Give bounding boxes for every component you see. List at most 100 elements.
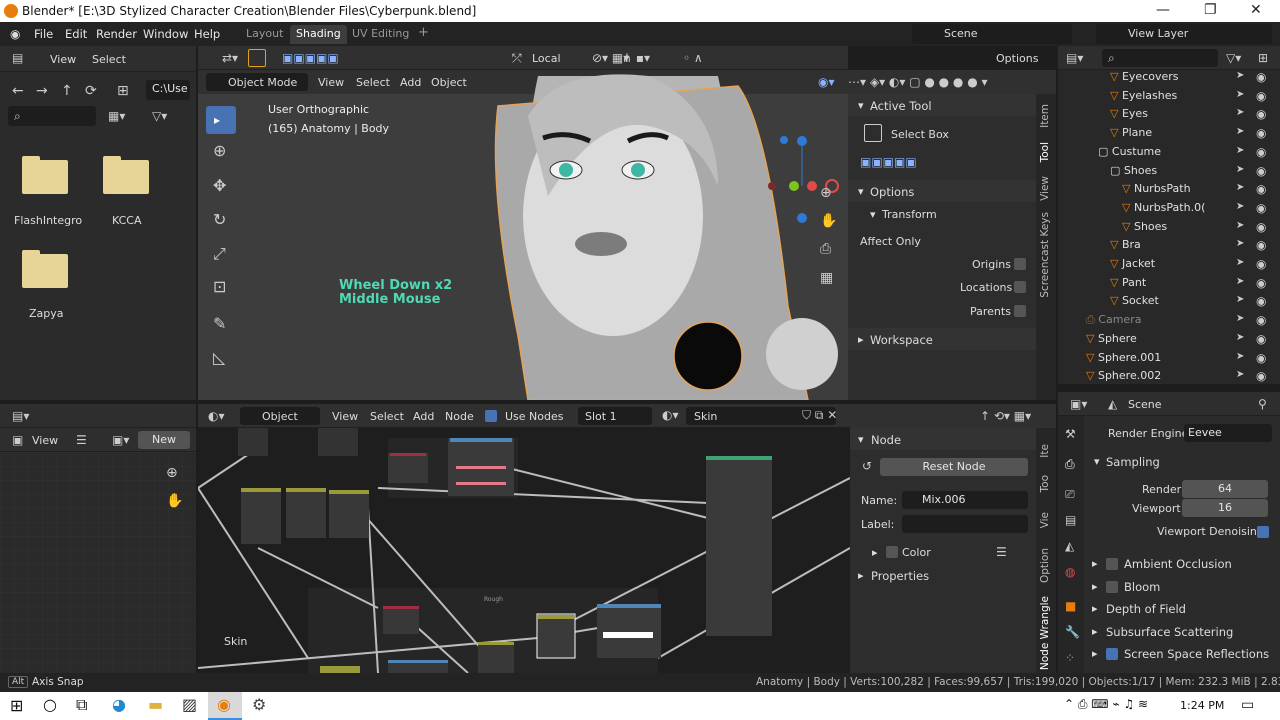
outliner-row[interactable]: ▽ Eyecovers [1110,70,1179,83]
outliner-row[interactable]: ▽ NurbsPath [1122,182,1191,195]
scale-tool-icon[interactable]: ⤢ [213,246,226,262]
outliner-row[interactable]: ▽ Sphere.001 [1086,351,1161,364]
filter-icon[interactable]: ▽▾ [1226,52,1241,64]
section-enable-checkbox[interactable] [1106,558,1118,570]
tab-options[interactable]: Option [1039,548,1051,583]
image-mode-icon[interactable]: ▣ [12,434,23,446]
visibility-eye-icon[interactable]: ◉ [1256,202,1266,214]
visibility-eye-icon[interactable]: ◉ [1256,295,1266,307]
workspace-section[interactable]: ▸ Workspace [848,328,1036,350]
select-box-label[interactable]: Select Box [891,128,949,141]
visibility-eye-icon[interactable]: ◉ [1256,333,1266,345]
image-view-menu[interactable]: View [32,434,58,447]
outliner-row[interactable]: ▽ Shoes [1122,220,1167,233]
path-field[interactable]: C:\Use [146,80,190,100]
node-label-field[interactable] [902,515,1028,533]
windows-start-icon[interactable]: ⊞ [10,698,23,714]
visibility-eye-icon[interactable]: ◉ [1256,314,1266,326]
viewport-denoising-checkbox[interactable] [1257,526,1269,538]
zoom-icon[interactable]: ⊕ [166,466,178,480]
use-nodes-checkbox[interactable] [485,410,497,422]
tab-uv-editing[interactable]: UV Editing [346,25,415,44]
outliner-row[interactable]: ▽ Sphere [1086,332,1137,345]
new-collection-icon[interactable]: ⊞ [1258,52,1268,64]
selectable-icon[interactable]: ➤ [1236,145,1244,156]
outliner-row[interactable]: ▽ Sphere.002 [1086,369,1161,382]
output-tab-icon[interactable]: ⎚ [1065,488,1075,500]
selection-mode-buttons[interactable]: ▣▣▣▣▣ [860,156,917,168]
add-workspace-button[interactable]: + [412,23,435,42]
view-layer-selector[interactable]: View Layer [1096,24,1272,44]
new-folder-icon[interactable]: ⊞ [117,84,129,98]
refresh-icon[interactable]: ⟳ [85,84,97,98]
node-name-field[interactable]: Mix.006 [902,491,1028,509]
tab-node-wrangler[interactable]: Node Wrangle [1039,596,1051,670]
pan-hand-icon[interactable]: ✋ [166,494,183,508]
tray-icons[interactable]: ⌃ ⎙ ⌨ ⌁ ♫ ≋ [1064,698,1148,710]
select-box-tool-icon[interactable] [864,124,882,142]
tab-view[interactable]: View [1039,176,1051,201]
outliner-row[interactable]: ▢ Shoes [1110,164,1157,177]
node-menu-view[interactable]: View [332,410,358,423]
edge-browser-icon[interactable]: ◕ [112,697,126,713]
selectable-icon[interactable]: ➤ [1236,71,1244,81]
node-menu-node[interactable]: Node [445,410,474,423]
menu-file[interactable]: File [34,27,53,41]
selectable-icon[interactable]: ➤ [1236,370,1244,380]
render-samples-field[interactable]: 64 [1182,480,1268,498]
selectable-icon[interactable]: ➤ [1236,332,1244,343]
properties-section[interactable]: ▸ Bloom [1084,577,1280,597]
options-section[interactable]: ▾ Options [848,180,1036,202]
cursor-3d-icon[interactable]: ⊕ [213,143,226,159]
parent-dir-icon[interactable]: ↑ [61,84,73,98]
node-menu-select[interactable]: Select [370,410,404,423]
tab-tool[interactable]: Too [1039,475,1051,492]
rotate-tool-icon[interactable]: ↻ [213,212,226,228]
tool-tab-icon[interactable]: ⚒ [1065,428,1076,440]
outliner-row[interactable]: ▽ Eyes [1110,107,1148,120]
filter-icon[interactable]: ▽▾ [152,110,167,122]
outliner-row[interactable]: ▽ NurbsPath.0( [1122,201,1205,214]
scene-tab-icon[interactable]: ◭ [1065,540,1074,552]
node-menu-add[interactable]: Add [413,410,434,423]
display-mode-icon[interactable]: ▦▾ [108,110,125,122]
new-image-button[interactable]: New [138,431,190,449]
transform-tool-icon[interactable]: ⊡ [213,279,226,295]
visibility-eye-icon[interactable]: ◉ [1256,90,1266,102]
outliner-row[interactable]: ⎙ Camera [1086,313,1141,327]
menu-help[interactable]: Help [194,27,220,41]
fake-user-icon[interactable]: ⛉ ⧉ ✕ [802,409,837,421]
close-button[interactable]: ✕ [1250,2,1262,18]
image-browse-icon[interactable]: ▣▾ [112,434,129,446]
editor-type-icon[interactable]: ▤ [12,52,23,64]
file-select-menu[interactable]: Select [92,53,126,66]
hamburger-icon[interactable]: ☰ [76,434,87,446]
selectable-icon[interactable]: ➤ [1236,314,1244,324]
zoom-icon[interactable]: ⊕ [820,186,832,200]
color-label[interactable]: Color [902,546,931,559]
scene-selector[interactable]: Scene [912,24,1072,44]
node-section-header[interactable]: ▾ Node [850,428,1036,450]
visibility-eye-icon[interactable]: ◉ [1256,370,1266,382]
locations-checkbox[interactable] [1014,281,1026,293]
notifications-icon[interactable]: ▭ [1241,698,1254,712]
photos-icon[interactable]: ▨ [182,697,197,713]
ortho-grid-icon[interactable]: ▦ [820,271,833,285]
visibility-eye-icon[interactable]: ◉ [1256,71,1266,83]
maximize-button[interactable]: ❐ [1204,2,1217,18]
options-label[interactable]: Options [996,52,1038,65]
blender-menu-icon[interactable]: ◉ [10,28,20,40]
world-tab-icon[interactable]: ◍ [1065,566,1075,578]
tab-screencast-keys[interactable]: Screencast Keys [1039,212,1051,298]
selectable-icon[interactable]: ➤ [1236,276,1244,287]
tab-view[interactable]: Vie [1039,512,1051,528]
parents-checkbox[interactable] [1014,305,1026,317]
sampling-header[interactable]: Sampling [1106,455,1160,469]
properties-section[interactable]: ▸ Ambient Occlusion [1084,554,1280,574]
back-arrow-icon[interactable]: ← [12,84,24,98]
visibility-eye-icon[interactable]: ◉ [1256,221,1266,233]
outliner-row[interactable]: ▽ Eyelashes [1110,89,1177,102]
list-icon[interactable]: ☰ [996,546,1007,558]
outliner-row[interactable]: ▽ Plane [1110,126,1152,139]
tab-layout[interactable]: Layout [240,25,289,44]
